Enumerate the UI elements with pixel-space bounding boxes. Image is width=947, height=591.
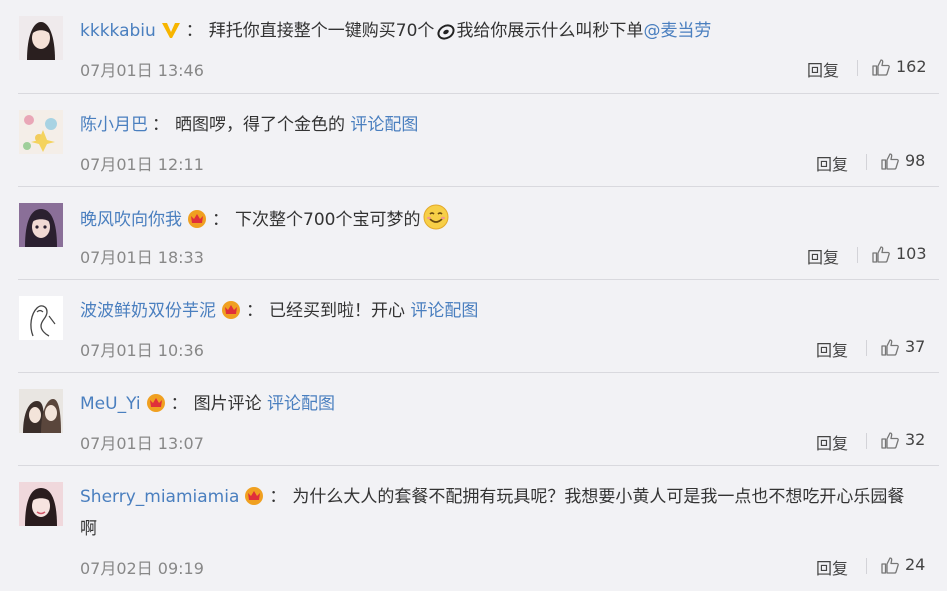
comment-time: 07月01日 13:46: [80, 61, 204, 80]
comment-item: 波波鲜奶双份芋泥 ： 已经买到啦！开心 评论配图 07月01日 10:36 回复 3…: [0, 280, 947, 373]
comment-text-line: 波波鲜奶双份芋泥 ： 已经买到啦！开心 评论配图: [80, 296, 927, 329]
comment-text-line: Sherry_miamiamia ：为什么大人的套餐不配拥有玩具呢？我想要小黄人可…: [80, 482, 927, 515]
comment-text-line-2: 啊: [80, 514, 927, 544]
comment-text: 已经买到啦！开心: [269, 301, 405, 321]
comment-time: 07月01日 10:36: [80, 341, 204, 360]
comment-time: 07月02日 09:19: [80, 559, 204, 578]
avatar[interactable]: [19, 203, 63, 247]
username-link[interactable]: 陈小月巴: [80, 115, 148, 135]
comment-list: kkkkabiu：拜托你直接整个一键购买70个 我给你展示什么叫秒下单@麦当劳 0…: [0, 0, 947, 591]
comment-image-link[interactable]: 评论配图: [267, 394, 335, 414]
like-count: 103: [896, 244, 927, 263]
comment-image-link[interactable]: 评论配图: [350, 115, 418, 135]
like-button[interactable]: 32: [881, 430, 925, 449]
colon: ：: [170, 394, 188, 414]
action-divider: [866, 433, 867, 449]
reply-button[interactable]: 回复: [816, 151, 848, 175]
like-button[interactable]: 98: [881, 151, 925, 170]
crown-badge-icon: [243, 485, 265, 515]
comment-text-line: 晚风吹向你我 ： 下次整个700个宝可梦的: [80, 203, 927, 241]
colon: ：: [269, 487, 287, 507]
comment-text: 图片评论: [193, 394, 262, 414]
reply-button[interactable]: 回复: [816, 337, 848, 361]
action-divider: [866, 154, 867, 170]
action-divider: [857, 60, 858, 76]
comment-text: 晒图啰，得了个金色的: [175, 115, 345, 135]
smile-emoji-icon: [422, 203, 450, 241]
action-divider: [857, 247, 858, 263]
thumbs-up-icon: [881, 556, 899, 574]
like-button[interactable]: 24: [881, 555, 925, 574]
thumbs-up-icon: [881, 152, 899, 170]
colon: ：: [212, 210, 229, 230]
comment-text-continued: 我给你展示什么叫秒下单: [456, 21, 644, 41]
like-button[interactable]: 37: [881, 337, 925, 356]
comment-time: 07月01日 12:11: [80, 155, 204, 174]
crown-badge-icon: [220, 299, 242, 329]
comment-item: 陈小月巴： 晒图啰，得了个金色的 评论配图 07月01日 12:11 回复 98: [0, 94, 947, 187]
comment-time: 07月01日 18:33: [80, 248, 204, 267]
like-button[interactable]: 103: [872, 244, 927, 263]
comment-item: MeU_Yi ：图片评论 评论配图 07月01日 13:07 回复 32: [0, 373, 947, 466]
avatar[interactable]: [19, 296, 63, 340]
comment-text: 拜托你直接整个一键购买70个: [208, 21, 435, 41]
crown-badge-icon: [145, 392, 167, 422]
thumbs-up-icon: [872, 58, 890, 76]
mention-link[interactable]: @麦当劳: [643, 21, 711, 41]
thumbs-up-icon: [881, 338, 899, 356]
username-link[interactable]: Sherry_miamiamia: [80, 487, 239, 507]
comment-item: 晚风吹向你我 ： 下次整个700个宝可梦的 07月01日 18:33 回复 103: [0, 187, 947, 280]
username-link[interactable]: MeU_Yi: [80, 394, 141, 414]
like-count: 98: [905, 151, 926, 170]
username-link[interactable]: kkkkabiu: [80, 21, 156, 41]
action-divider: [866, 340, 867, 356]
comment-text-line: 陈小月巴： 晒图啰，得了个金色的 评论配图: [80, 110, 927, 140]
avatar[interactable]: [19, 482, 63, 526]
like-button[interactable]: 162: [872, 57, 927, 76]
avatar[interactable]: [19, 16, 63, 60]
reply-button[interactable]: 回复: [807, 244, 839, 268]
hands-together-icon: [436, 22, 456, 52]
comment-text-continued: 啊: [80, 519, 97, 539]
avatar[interactable]: [19, 110, 63, 154]
comment-image-link[interactable]: 评论配图: [410, 301, 478, 321]
reply-button[interactable]: 回复: [816, 555, 848, 579]
reply-button[interactable]: 回复: [807, 57, 839, 81]
colon: ：: [152, 115, 169, 135]
username-link[interactable]: 波波鲜奶双份芋泥: [80, 301, 216, 321]
comment-item: kkkkabiu ：拜托你直接整个一键购买70个 我给你展示什么叫秒下单@麦当劳 0…: [0, 0, 947, 94]
username-link[interactable]: 晚风吹向你我: [80, 210, 182, 230]
crown-badge-icon: [186, 208, 208, 238]
like-count: 37: [905, 337, 926, 356]
comment-text-line: kkkkabiu ：拜托你直接整个一键购买70个 我给你展示什么叫秒下单@麦当劳: [80, 16, 927, 52]
colon: ：: [246, 301, 263, 321]
comment-text: 为什么大人的套餐不配拥有玩具呢？我想要小黄人可是我一点也不想吃开心乐园餐: [292, 487, 905, 507]
thumbs-up-icon: [881, 431, 899, 449]
comment-item: Sherry_miamiamia ：为什么大人的套餐不配拥有玩具呢？我想要小黄人可…: [0, 466, 947, 591]
comment-text-line: MeU_Yi ：图片评论 评论配图: [80, 389, 927, 422]
reply-button[interactable]: 回复: [816, 430, 848, 454]
comment-text: 下次整个700个宝可梦的: [235, 210, 421, 230]
like-count: 162: [896, 57, 927, 76]
comment-time: 07月01日 13:07: [80, 434, 204, 453]
like-count: 24: [905, 555, 926, 574]
avatar[interactable]: [19, 389, 63, 433]
verified-badge-icon: [160, 19, 182, 49]
colon: ：: [185, 21, 203, 41]
like-count: 32: [905, 430, 926, 449]
thumbs-up-icon: [872, 245, 890, 263]
action-divider: [866, 558, 867, 574]
